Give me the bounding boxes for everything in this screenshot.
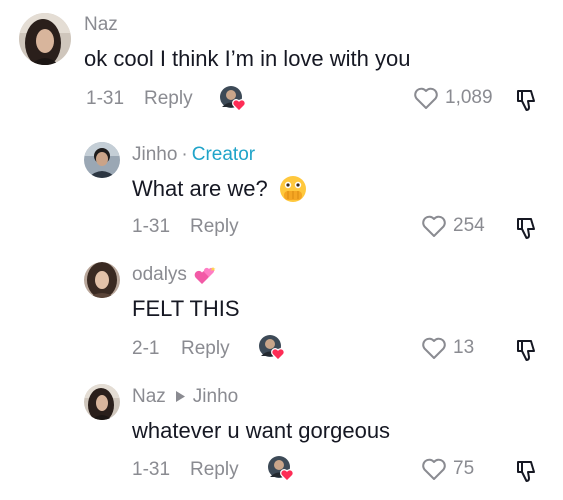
- thumbs-down-icon: [517, 340, 535, 361]
- creator-liked-badge: [219, 85, 247, 113]
- reply-button[interactable]: Reply: [144, 88, 193, 110]
- comment-author: Jinho · Creator: [132, 144, 255, 166]
- avatar-photo-icon: [84, 262, 120, 298]
- reply-to-username[interactable]: Jinho: [193, 386, 238, 408]
- username[interactable]: Jinho: [132, 144, 177, 166]
- creator-badge: Creator: [191, 144, 256, 165]
- comment-author: Naz Jinho: [132, 386, 238, 408]
- comment-author: odalys: [132, 264, 217, 286]
- heart-outline-icon: [422, 458, 446, 480]
- like-count: 75: [453, 458, 475, 479]
- comment-text: ok cool I think I’m in love with you: [84, 46, 410, 72]
- username[interactable]: Naz: [84, 14, 118, 36]
- thumbs-down-icon: [517, 461, 535, 482]
- reply-arrow-icon: [175, 386, 185, 408]
- creator-avatar-heart-icon: [268, 456, 294, 482]
- avatar-photo-icon: [84, 142, 120, 178]
- username[interactable]: odalys: [132, 264, 187, 286]
- comment-item: odalys FELT THIS 2-1 Reply 13: [0, 250, 563, 372]
- avatar-photo-icon: [84, 384, 120, 420]
- separator: ·: [181, 144, 188, 165]
- dislike-button[interactable]: [512, 336, 540, 364]
- comment-body: What are we?: [132, 176, 268, 201]
- comment-date: 2-1: [132, 338, 160, 359]
- heart-outline-icon: [422, 337, 446, 359]
- like-button[interactable]: 13: [421, 336, 474, 360]
- avatar[interactable]: [84, 262, 120, 298]
- comment-date: 1-31: [86, 88, 125, 109]
- avatar[interactable]: [84, 142, 120, 178]
- like-count: 1,089: [445, 87, 493, 108]
- comment-item: Naz Jinho whatever u want gorgeous 1-31 …: [0, 372, 563, 500]
- comment-text: whatever u want gorgeous: [132, 418, 390, 444]
- two-hearts-icon: [193, 264, 217, 286]
- comment-body: ok cool I think I’m in love with you: [84, 46, 411, 71]
- avatar-photo-icon: [19, 13, 71, 65]
- comment-body: whatever u want gorgeous: [132, 418, 391, 443]
- dislike-button[interactable]: [512, 214, 540, 242]
- avatar[interactable]: [84, 384, 120, 420]
- comment-body: FELT THIS: [132, 296, 240, 321]
- like-button[interactable]: 254: [421, 214, 485, 238]
- like-button[interactable]: 1,089: [413, 86, 493, 110]
- like-count: 254: [453, 215, 485, 236]
- reply-button[interactable]: Reply: [181, 338, 230, 360]
- heart-outline-icon: [414, 87, 438, 109]
- comment-author: Naz: [84, 14, 118, 36]
- comment-item: Jinho · Creator What are we? 1-31 Reply …: [0, 130, 563, 250]
- heart-outline-icon: [422, 215, 446, 237]
- dislike-button[interactable]: [512, 86, 540, 114]
- like-count: 13: [453, 337, 475, 358]
- creator-liked-badge: [267, 455, 295, 483]
- dislike-button[interactable]: [512, 457, 540, 485]
- comment-date: 1-31: [132, 216, 171, 237]
- thumbs-down-icon: [517, 218, 535, 239]
- creator-liked-badge: [258, 334, 286, 362]
- reply-button[interactable]: Reply: [190, 216, 239, 238]
- username[interactable]: Naz: [132, 386, 166, 408]
- comment-date: 1-31: [132, 459, 171, 480]
- comment-item: Naz ok cool I think I’m in love with you…: [0, 0, 563, 130]
- creator-avatar-heart-icon: [259, 335, 285, 361]
- thumbs-down-icon: [517, 90, 535, 111]
- like-button[interactable]: 75: [421, 457, 474, 481]
- face-with-hand-over-mouth-icon: [278, 174, 308, 204]
- avatar[interactable]: [19, 13, 71, 65]
- reply-button[interactable]: Reply: [190, 459, 239, 481]
- creator-avatar-heart-icon: [220, 86, 246, 112]
- comment-text: What are we?: [132, 174, 308, 204]
- comment-text: FELT THIS: [132, 296, 240, 322]
